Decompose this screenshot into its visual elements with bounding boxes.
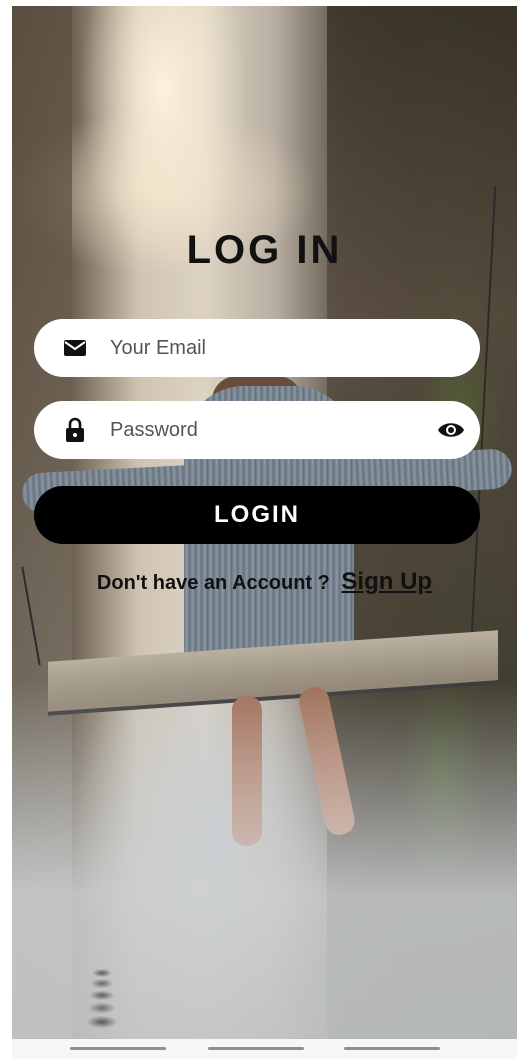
mail-icon — [62, 335, 88, 361]
login-button[interactable]: LOGIN — [34, 486, 480, 544]
email-input[interactable] — [108, 335, 402, 361]
signup-link[interactable]: Sign Up — [341, 568, 432, 595]
system-navigation-bar — [12, 1039, 517, 1059]
password-field[interactable] — [34, 401, 480, 459]
signup-row: Don't have an Account ? Sign Up — [12, 568, 517, 596]
eye-icon[interactable] — [436, 417, 466, 443]
email-field[interactable] — [34, 319, 480, 377]
nav-indicator-left[interactable] — [70, 1047, 166, 1050]
nav-indicator-right[interactable] — [344, 1047, 440, 1050]
login-screen: LOG IN LOGIN Don't ha — [12, 6, 517, 1039]
password-input[interactable] — [108, 417, 402, 443]
stacked-stones — [82, 966, 122, 1036]
nav-indicator-center[interactable] — [208, 1047, 304, 1050]
signup-prompt: Don't have an Account ? — [96, 572, 330, 594]
page-title: LOG IN — [186, 228, 343, 272]
lock-icon — [62, 417, 88, 443]
